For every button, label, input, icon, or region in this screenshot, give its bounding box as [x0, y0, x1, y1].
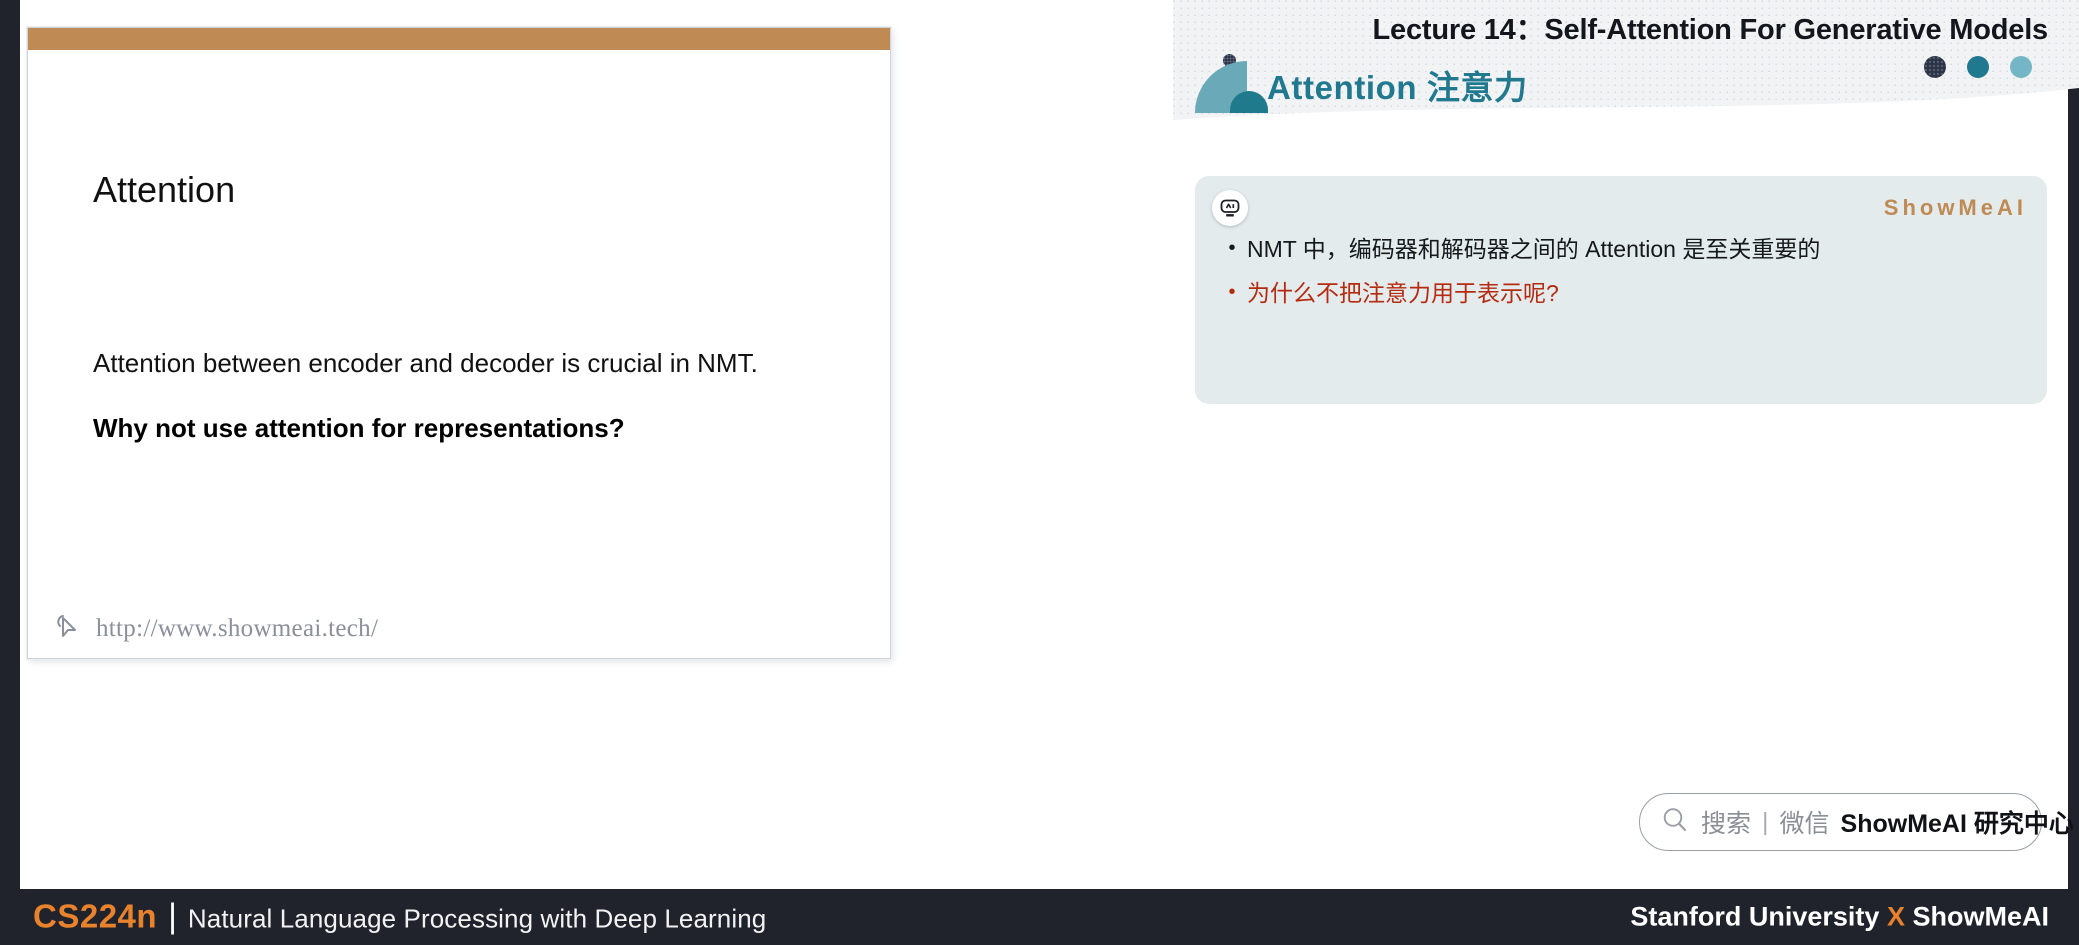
list-item: • 为什么不把注意力用于表示呢?	[1217, 276, 2029, 312]
credit-x: X	[1886, 901, 1905, 932]
dot-teal-icon	[1967, 56, 1989, 78]
bullet-marker: •	[1228, 237, 1236, 259]
search-value: ShowMeAI 研究中心	[1840, 810, 2074, 838]
slide-shell: Attention Attention between encoder and …	[20, 22, 1173, 855]
search-magnifier-icon	[1660, 805, 1690, 840]
decorative-dots	[1924, 56, 2032, 78]
annotation-panel: Lecture 14：Self-Attention For Generative…	[1173, 0, 2079, 889]
watermark-url: http://www.showmeai.tech/	[96, 614, 379, 642]
dot-light-teal-icon	[2010, 56, 2032, 78]
credit-university: Stanford University	[1630, 901, 1880, 932]
course-name: Natural Language Processing with Deep Le…	[187, 903, 767, 934]
slide-accent-topbar	[28, 28, 890, 50]
slide-watermark: http://www.showmeai.tech/	[54, 611, 378, 646]
section-heading-row: Attention 注意力	[1195, 54, 1528, 113]
section-heading: Attention 注意力	[1267, 69, 1528, 106]
footer-credit: Stanford University X ShowMeAI	[1630, 902, 2049, 933]
search-channel-label: 微信	[1779, 810, 1830, 838]
course-code: CS224n	[33, 897, 158, 935]
slide-viewer-canvas: Attention Attention between encoder and …	[0, 0, 2079, 945]
brand-wordmark: ShowMeAI	[1883, 195, 2027, 220]
note-callout-box: ShowMeAI • NMT 中，编码器和解码器之间的 Attention 是至…	[1195, 176, 2047, 404]
list-item: • NMT 中，编码器和解码器之间的 Attention 是至关重要的	[1217, 232, 2029, 268]
lecture-slide[interactable]: Attention Attention between encoder and …	[27, 27, 891, 659]
bullet-text: 为什么不把注意力用于表示呢?	[1247, 279, 1559, 306]
dot-navy-icon	[1924, 56, 1946, 78]
search-placeholder: 搜索	[1701, 810, 1752, 838]
bullet-text: NMT 中，编码器和解码器之间的 Attention 是至关重要的	[1247, 236, 1821, 262]
footer-divider: |	[168, 897, 177, 936]
note-bullet-list: • NMT 中，编码器和解码器之间的 Attention 是至关重要的 • 为什…	[1217, 232, 2029, 319]
credit-partner: ShowMeAI	[1912, 901, 2049, 932]
frame-edge-left	[0, 0, 20, 889]
cursor-arrow-icon	[54, 611, 84, 646]
footer-bar: CS224n | Natural Language Processing wit…	[0, 889, 2079, 945]
ai-robot-face-icon	[1212, 190, 1248, 226]
slide-heading: Attention	[93, 169, 236, 210]
frame-edge-right	[2068, 0, 2079, 889]
wechat-search-pill[interactable]: 搜索 | 微信 ShowMeAI 研究中心	[1639, 793, 2074, 851]
lecture-title: Lecture 14：Self-Attention For Generative…	[1372, 14, 2049, 46]
quarter-circle-decoration-icon	[1195, 54, 1268, 113]
bullet-marker: •	[1228, 280, 1236, 303]
slide-paragraph-1: Attention between encoder and decoder is…	[93, 348, 758, 378]
search-divider: |	[1762, 807, 1769, 836]
slide-paragraph-2: Why not use attention for representation…	[93, 413, 625, 443]
footer-course-branding: CS224n | Natural Language Processing wit…	[33, 898, 766, 937]
